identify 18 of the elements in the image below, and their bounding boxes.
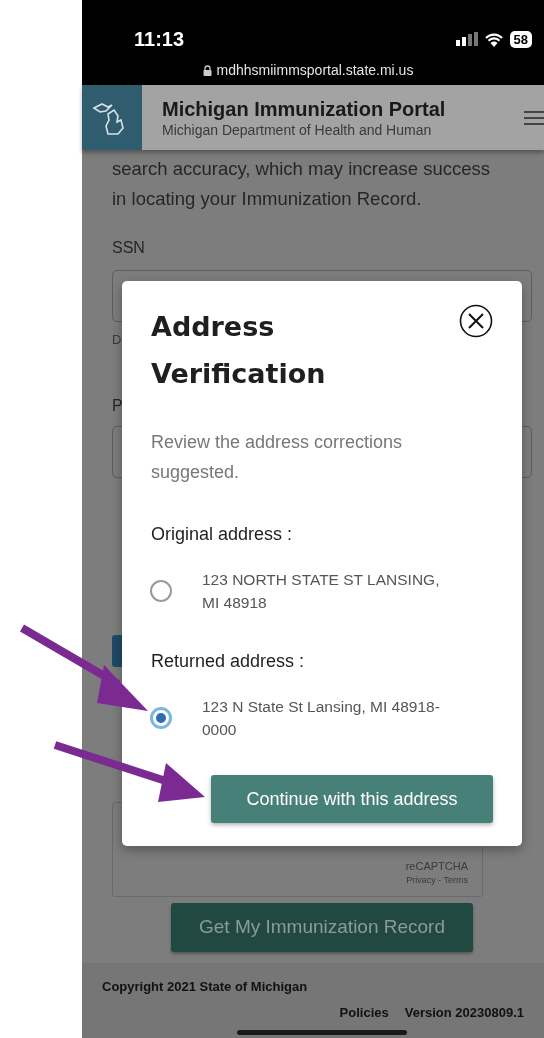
field-label: SSN [112, 238, 146, 258]
dialog-title: Address [151, 310, 276, 344]
field-hint: D [112, 331, 123, 349]
intro-text: search accuracy, which may increase success [112, 157, 492, 181]
site-title: Michigan Immunization Portal [162, 96, 447, 121]
site-subtitle: Michigan Department of Health and Human [162, 120, 433, 139]
intro-text: in locating your Immunization Record. [112, 187, 423, 211]
recaptcha-label: reCAPTCHA [405, 858, 468, 874]
section-label: Returned address : [151, 650, 306, 673]
dialog-description: Review the address corrections suggested. [151, 431, 404, 484]
field-label: P [112, 395, 124, 416]
dialog-title: Verification [151, 357, 326, 391]
address-text: 123 N State St Lansing, MI 48918-0000 [202, 697, 441, 740]
battery-icon: 58 [509, 30, 532, 48]
address-text: 123 NORTH STATE ST LANSING, MI 48918 [202, 570, 441, 613]
section-label: Original address : [151, 523, 294, 546]
copyright-text: Copyright 2021 State of Michigan [102, 978, 309, 996]
status-time: 11:13 [134, 27, 185, 52]
